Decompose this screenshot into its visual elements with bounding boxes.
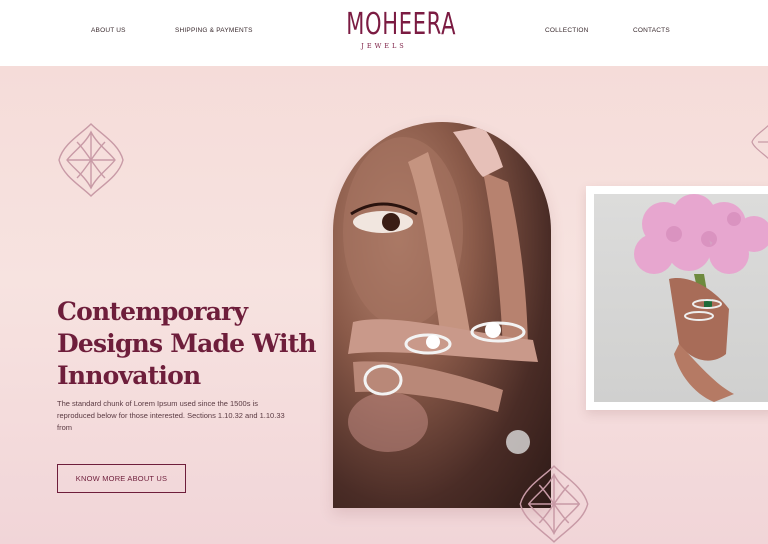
nav-shipping-payments[interactable]: SHIPPING & PAYMENTS: [175, 27, 253, 34]
brand-tagline: JEWELS: [361, 42, 407, 50]
nav-collection[interactable]: COLLECTION: [545, 27, 589, 34]
nav-contacts[interactable]: CONTACTS: [633, 27, 670, 34]
rhombus-flower-icon: [519, 465, 589, 543]
flowers-hand-photo: [594, 194, 768, 402]
hero-arch-image: [333, 122, 551, 508]
rings-hand-photo: [343, 127, 538, 454]
nav-about-us[interactable]: ABOUT US: [91, 27, 126, 34]
rhombus-flower-icon: [58, 123, 124, 197]
hero-section: Contemporary Designs Made With Innovatio…: [0, 66, 768, 544]
site-header: ABOUT US SHIPPING & PAYMENTS MOHEERA JEW…: [0, 0, 768, 66]
hero-description: The standard chunk of Lorem Ipsum used s…: [57, 399, 285, 432]
brand-name: MOHEERA: [346, 7, 457, 42]
know-more-button[interactable]: KNOW MORE ABOUT US: [57, 464, 186, 493]
brand-logo[interactable]: MOHEERA JEWELS: [330, 7, 457, 51]
hero-framed-photo: [586, 186, 768, 410]
hero-title: Contemporary Designs Made With Innovatio…: [57, 297, 317, 390]
rhombus-flower-icon: [751, 125, 768, 159]
